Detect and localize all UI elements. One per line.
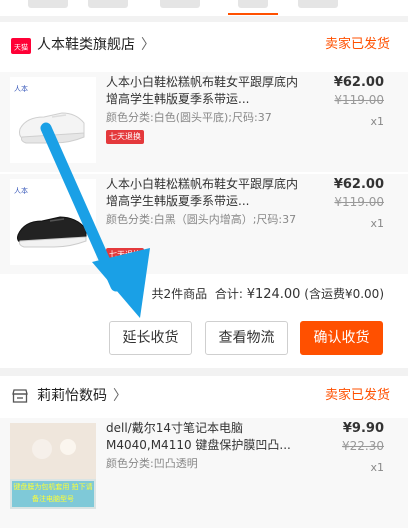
tab-hint[interactable] [28, 0, 68, 8]
order-status: 卖家已发货 [324, 37, 390, 52]
original-price: ¥119.00 [334, 195, 384, 209]
chevron-right-icon[interactable]: 〉 [113, 386, 127, 406]
view-logistics-button[interactable]: 查看物流 [205, 321, 288, 355]
product-title[interactable]: dell/戴尔14寸笔记本电脑M4040,M4110 键盘保护膜凹凸... [106, 420, 296, 454]
product-sku: 颜色分类:白色(圆头平底);尺码:37 [106, 111, 272, 124]
order-summary: 共2件商品 合计: ¥124.00 (含运费¥0.00) [152, 285, 384, 304]
total-amount: ¥124.00 [246, 287, 301, 302]
brand-logo-text: 人本 [14, 186, 28, 195]
product-thumbnail[interactable]: 人本 [10, 77, 96, 163]
original-price: ¥119.00 [334, 93, 384, 107]
order-card-2: 莉莉怡数码 〉 卖家已发货 键盘膜为包机套用 拍下请备注电脑型号 dell/戴尔… [0, 376, 408, 528]
tab-bar [0, 0, 408, 16]
confirm-receipt-button[interactable]: 确认收货 [300, 321, 383, 355]
tab-hint[interactable] [298, 0, 338, 8]
item-count: 共2件商品 [151, 287, 208, 301]
shipping-fee: (含运费¥0.00) [304, 287, 384, 301]
shop-header[interactable]: 莉莉怡数码 〉 卖家已发货 [0, 376, 408, 416]
product-price: ¥62.00 [333, 75, 384, 90]
original-price: ¥22.30 [342, 439, 384, 453]
total-label: 合计: [214, 287, 243, 301]
product-sku: 颜色分类:凹凸透明 [106, 457, 198, 470]
extend-receipt-button[interactable]: 延长收货 [109, 321, 192, 355]
order-item[interactable]: 键盘膜为包机套用 拍下请备注电脑型号 dell/戴尔14寸笔记本电脑M4040,… [0, 418, 408, 528]
order-item[interactable]: 人本 人本小白鞋松糕帆布鞋女平跟厚底内增高学生韩版夏季系带运... 颜色分类:白… [0, 72, 408, 172]
product-sku: 颜色分类:白黑（圆头内增高）;尺码:37 [106, 213, 297, 226]
tmall-badge-text: 天猫 [14, 43, 28, 52]
tmall-store-icon: 天猫 [11, 38, 31, 54]
thumbnail-caption: 键盘膜为包机套用 拍下请备注电脑型号 [13, 483, 93, 503]
return-policy-tag: 七天退换 [106, 130, 144, 144]
product-quantity: x1 [370, 461, 384, 474]
product-price: ¥9.90 [342, 421, 384, 436]
tab-hint[interactable] [160, 0, 200, 8]
shop-name[interactable]: 莉莉怡数码 [37, 386, 107, 406]
return-policy-tag: 七天退换 [106, 248, 144, 262]
shop-name[interactable]: 人本鞋类旗舰店 [37, 35, 135, 55]
tab-hint[interactable] [238, 0, 268, 8]
product-title[interactable]: 人本小白鞋松糕帆布鞋女平跟厚底内增高学生韩版夏季系带运... [106, 176, 302, 210]
product-thumbnail[interactable]: 人本 [10, 179, 96, 265]
product-quantity: x1 [370, 115, 384, 128]
tab-active-indicator [228, 13, 278, 15]
product-thumbnail[interactable]: 键盘膜为包机套用 拍下请备注电脑型号 [10, 423, 96, 509]
product-price: ¥62.00 [333, 177, 384, 192]
product-title[interactable]: 人本小白鞋松糕帆布鞋女平跟厚底内增高学生韩版夏季系带运... [106, 74, 302, 108]
chevron-right-icon[interactable]: 〉 [141, 35, 155, 55]
store-icon [11, 388, 29, 404]
product-quantity: x1 [370, 217, 384, 230]
brand-logo-text: 人本 [14, 84, 28, 93]
shop-header[interactable]: 天猫 人本鞋类旗舰店 〉 卖家已发货 [0, 22, 408, 70]
tab-hint[interactable] [88, 0, 128, 8]
order-card-1: 天猫 人本鞋类旗舰店 〉 卖家已发货 人本 人本小白鞋松糕帆布鞋女平跟厚底内增高… [0, 22, 408, 368]
order-item[interactable]: 人本 人本小白鞋松糕帆布鞋女平跟厚底内增高学生韩版夏季系带运... 颜色分类:白… [0, 174, 408, 274]
order-status: 卖家已发货 [324, 388, 390, 403]
